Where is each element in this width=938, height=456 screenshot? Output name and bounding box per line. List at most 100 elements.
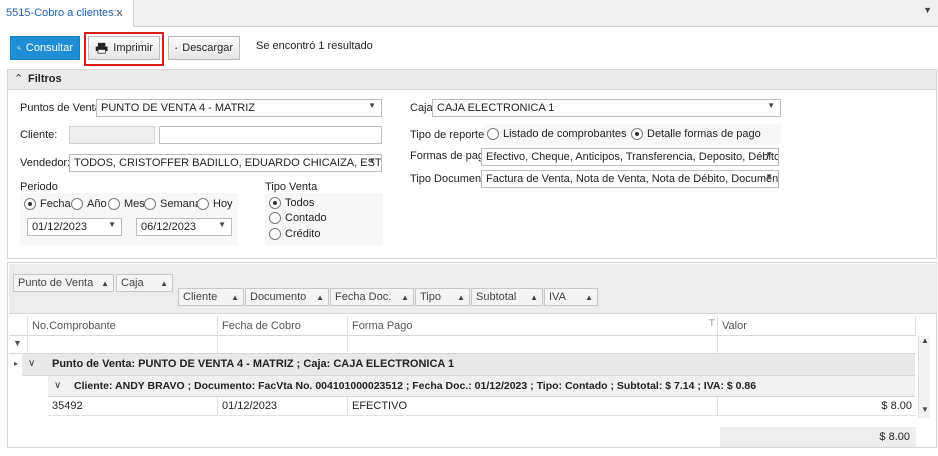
chevron-down-icon: ▼	[368, 156, 376, 165]
sort-asc-icon: ▲	[530, 292, 538, 302]
tab-cobro-clientes[interactable]: 5515-Cobro a clientes::. ×	[0, 0, 134, 27]
sort-asc-icon: ▲	[231, 292, 239, 302]
caja-value: CAJA ELECTRONICA 1	[437, 102, 555, 114]
fecha-desde-picker[interactable]: 01/12/2023 ▼	[27, 218, 122, 236]
puntos-venta-combo[interactable]: PUNTO DE VENTA 4 - MATRIZ ▼	[96, 99, 382, 117]
periodo-ano-radio[interactable]: Año	[71, 198, 107, 210]
group-chip-punto-venta[interactable]: Punto de Venta ▲	[13, 274, 114, 292]
caja-combo[interactable]: CAJA ELECTRONICA 1 ▼	[432, 99, 781, 117]
vendedor-combo[interactable]: TODOS, CRISTOFFER BADILLO, EDUARDO CHICA…	[69, 154, 382, 172]
periodo-mes-radio[interactable]: Mes	[108, 198, 145, 210]
tab-menu-icon[interactable]: ▼	[923, 5, 932, 15]
chevron-down-icon: ▼	[108, 220, 116, 229]
filter-cell-fecha[interactable]	[218, 336, 348, 354]
descargar-label: Descargar	[182, 42, 233, 54]
sort-asc-icon: ▲	[101, 278, 109, 288]
group-chip-documento[interactable]: Documento ▲	[245, 288, 329, 306]
col-valor[interactable]: Valor	[718, 316, 916, 336]
collapse-icon[interactable]: ⌃	[14, 72, 23, 85]
tipo-reporte-label: Tipo de reporte:	[410, 129, 488, 141]
cliente-code-field	[69, 126, 155, 144]
periodo-hoy-radio[interactable]: Hoy	[197, 198, 233, 210]
tipo-venta-todos-radio[interactable]: Todos	[269, 197, 314, 209]
scroll-down-icon[interactable]: ▼	[921, 405, 929, 414]
sort-asc-icon: ▲	[585, 292, 593, 302]
tipo-documento-label: Tipo Documento	[410, 173, 491, 185]
group-chip-label: Documento	[250, 291, 307, 303]
periodo-semana-radio[interactable]: Semana	[144, 198, 201, 210]
group-chip-label: Subtotal	[476, 291, 517, 303]
filter-cell-comprobante[interactable]	[28, 336, 218, 354]
periodo-semana-label: Semana	[160, 198, 201, 210]
tipo-venta-contado-radio[interactable]: Contado	[269, 212, 327, 224]
filter-cell-valor[interactable]	[718, 336, 916, 354]
tab-title: 5515-Cobro a clientes::.	[6, 7, 123, 19]
listado-comprobantes-radio[interactable]: Listado de comprobantes	[487, 128, 627, 140]
cliente-field[interactable]	[159, 126, 382, 144]
periodo-fecha-radio[interactable]: Fecha	[24, 198, 71, 210]
radio-unselected	[269, 228, 281, 240]
descargar-button[interactable]: Descargar	[168, 36, 240, 60]
tipo-reporte-group: Listado de comprobantes Detalle formas d…	[484, 124, 781, 144]
results-grid: Punto de Venta ▲ Caja ▲ Cliente ▲ Documento…	[7, 262, 937, 448]
search-icon	[17, 46, 21, 50]
periodo-hoy-label: Hoy	[213, 198, 233, 210]
chevron-down-icon: ▼	[765, 172, 773, 181]
cell-fecha: 01/12/2023	[218, 397, 348, 416]
printer-icon	[95, 42, 108, 54]
radio-unselected	[108, 198, 120, 210]
col-no-comprobante[interactable]: No.Comprobante	[28, 316, 218, 336]
funnel-icon: ▼	[13, 338, 22, 348]
tipo-documento-combo[interactable]: Factura de Venta, Nota de Venta, Nota de…	[481, 170, 779, 188]
consultar-label: Consultar	[25, 42, 73, 54]
sort-asc-icon: ▲	[316, 292, 324, 302]
col-fecha-cobro[interactable]: Fecha de Cobro	[218, 316, 348, 336]
table-row[interactable]: 35492 01/12/2023 EFECTIVO $ 8.00	[48, 397, 916, 416]
filter-cell-forma[interactable]	[348, 336, 718, 354]
download-icon	[175, 47, 178, 49]
group-chip-caja[interactable]: Caja ▲	[116, 274, 173, 292]
scroll-up-icon[interactable]: ▲	[921, 336, 929, 345]
chevron-down-icon: ▼	[218, 220, 226, 229]
radio-unselected	[144, 198, 156, 210]
vendedor-label: Vendedor:	[20, 157, 71, 169]
filter-icon[interactable]: ⊤	[708, 318, 716, 329]
group-chip-cliente[interactable]: Cliente ▲	[178, 288, 244, 306]
cell-comprobante: 35492	[48, 397, 218, 416]
group-chip-fecha-doc[interactable]: Fecha Doc. ▲	[330, 288, 414, 306]
filtros-title: Filtros	[28, 73, 62, 85]
group-row-cliente[interactable]: ∨ Cliente: ANDY BRAVO ; Documento: FacVt…	[48, 376, 915, 397]
detalle-formas-pago-radio[interactable]: Detalle formas de pago	[631, 128, 761, 140]
group-chip-iva[interactable]: IVA ▲	[544, 288, 598, 306]
cell-valor: $ 8.00	[881, 400, 912, 412]
close-icon[interactable]: ×	[116, 6, 123, 20]
group-chip-label: Tipo	[420, 291, 441, 303]
radio-selected	[269, 197, 281, 209]
formas-pago-combo[interactable]: Efectivo, Cheque, Anticipos, Transferenc…	[481, 148, 779, 166]
imprimir-button[interactable]: Imprimir	[88, 36, 160, 60]
puntos-venta-label: Puntos de Venta:	[20, 102, 104, 114]
indicator-header	[9, 316, 28, 336]
group-chip-subtotal[interactable]: Subtotal ▲	[471, 288, 543, 306]
fecha-desde-value: 01/12/2023	[32, 221, 88, 233]
group-row-punto-venta[interactable]: ∨ Punto de Venta: PUNTO DE VENTA 4 - MAT…	[22, 354, 915, 376]
filtros-header[interactable]: ⌃ Filtros	[8, 70, 936, 90]
radio-unselected	[197, 198, 209, 210]
tipo-venta-credito-radio[interactable]: Crédito	[269, 228, 320, 240]
periodo-fecha-label: Fecha	[40, 198, 71, 210]
fecha-hasta-picker[interactable]: 06/12/2023 ▼	[136, 218, 232, 236]
fecha-hasta-value: 06/12/2023	[141, 221, 197, 233]
col-forma-pago[interactable]: Forma Pago	[348, 316, 718, 336]
formas-pago-value: Efectivo, Cheque, Anticipos, Transferenc…	[486, 151, 779, 163]
consultar-button[interactable]: Consultar	[10, 36, 80, 60]
filter-row-indicator: ▼	[9, 336, 28, 354]
group-by-panel: Punto de Venta ▲ Caja ▲ Cliente ▲ Documento…	[9, 264, 937, 314]
result-count: Se encontró 1 resultado	[256, 40, 373, 52]
group-chip-label: IVA	[549, 291, 566, 303]
chevron-down-icon: ▼	[767, 101, 775, 110]
chevron-down-icon[interactable]: ∨	[54, 380, 61, 391]
detalle-formas-pago-label: Detalle formas de pago	[647, 128, 761, 140]
chevron-down-icon[interactable]: ∨	[28, 358, 35, 369]
group-chip-tipo[interactable]: Tipo ▲	[415, 288, 470, 306]
vertical-scrollbar[interactable]: ▲ ▼	[918, 336, 930, 418]
